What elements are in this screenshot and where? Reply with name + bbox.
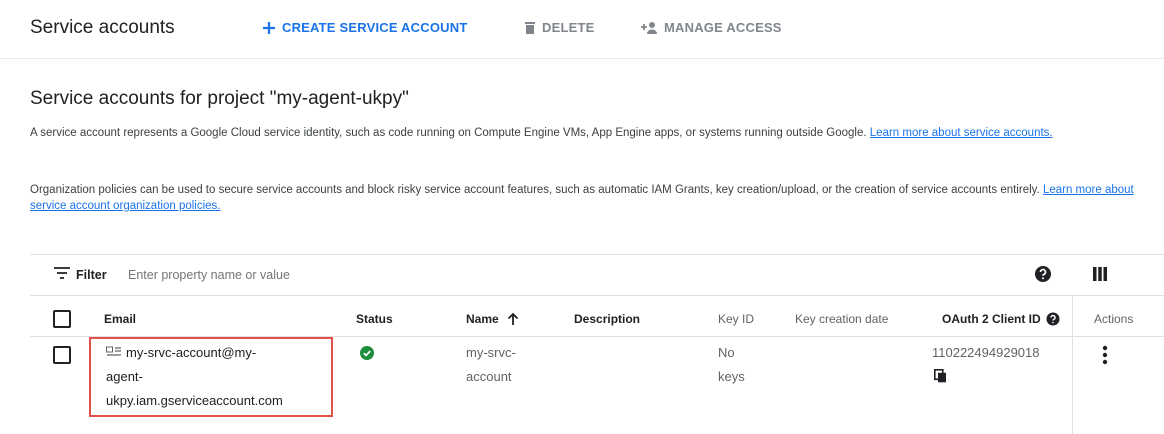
create-service-account-button[interactable]: CREATE SERVICE ACCOUNT (262, 20, 467, 35)
trash-icon (525, 21, 535, 34)
delete-label: DELETE (542, 20, 595, 35)
actions-column-divider (1072, 296, 1073, 434)
page-title: Service accounts (30, 17, 175, 38)
col-header-description[interactable]: Description (574, 312, 640, 326)
sort-arrow-up-icon (507, 312, 518, 325)
delete-button[interactable]: DELETE (524, 20, 594, 35)
filter-icon (54, 267, 70, 279)
help-icon[interactable] (1034, 265, 1052, 283)
check-circle-icon (360, 346, 374, 360)
service-account-icon (106, 346, 121, 356)
key-id-line-1: No (718, 345, 735, 360)
col-header-oauth-client-id[interactable]: OAuth 2 Client ID (942, 312, 1060, 326)
person-add-icon (641, 21, 657, 34)
key-id-line-2: keys (718, 369, 745, 384)
org-policy-paragraph: Organization policies can be used to sec… (30, 182, 1160, 214)
description-text: A service account represents a Google Cl… (30, 127, 867, 139)
create-service-account-label: CREATE SERVICE ACCOUNT (282, 20, 468, 35)
select-all-checkbox[interactable] (53, 310, 71, 328)
filter-input[interactable] (126, 263, 630, 287)
col-header-oauth-label: OAuth 2 Client ID (942, 312, 1041, 326)
more-vert-icon[interactable] (1102, 345, 1108, 365)
name-line-2: account (466, 369, 512, 384)
columns-icon[interactable] (1093, 267, 1107, 281)
col-header-status[interactable]: Status (356, 312, 393, 326)
col-header-name-label: Name (466, 312, 499, 326)
name-line-1: my-srvc- (466, 345, 516, 360)
email-line-2[interactable]: agent- (106, 367, 143, 387)
learn-more-service-accounts-link[interactable]: Learn more about service accounts. (870, 127, 1053, 139)
col-header-email[interactable]: Email (104, 312, 136, 326)
copy-icon[interactable] (934, 369, 947, 383)
manage-access-button[interactable]: MANAGE ACCESS (640, 20, 782, 35)
filter-label: Filter (76, 268, 107, 282)
col-header-actions: Actions (1094, 312, 1134, 326)
section-heading: Service accounts for project "my-agent-u… (30, 88, 409, 109)
row-select-checkbox[interactable] (53, 346, 71, 364)
top-toolbar: Service accounts CREATE SERVICE ACCOUNT … (0, 0, 1164, 59)
oauth-client-id-cell: 110222494929018 (932, 345, 1040, 360)
col-header-key-creation-date[interactable]: Key creation date (795, 312, 888, 326)
filter-bar: Filter (30, 254, 1164, 296)
plus-icon (263, 21, 275, 34)
manage-access-label: MANAGE ACCESS (664, 20, 782, 35)
org-policy-text: Organization policies can be used to sec… (30, 184, 1040, 196)
col-header-name[interactable]: Name (466, 312, 519, 326)
email-line-1[interactable]: my-srvc-account@my- (126, 343, 256, 363)
col-header-key-id[interactable]: Key ID (718, 312, 754, 326)
description-paragraph: A service account represents a Google Cl… (30, 125, 1160, 141)
email-line-3[interactable]: ukpy.iam.gserviceaccount.com (106, 391, 283, 411)
help-icon[interactable] (1046, 312, 1060, 326)
